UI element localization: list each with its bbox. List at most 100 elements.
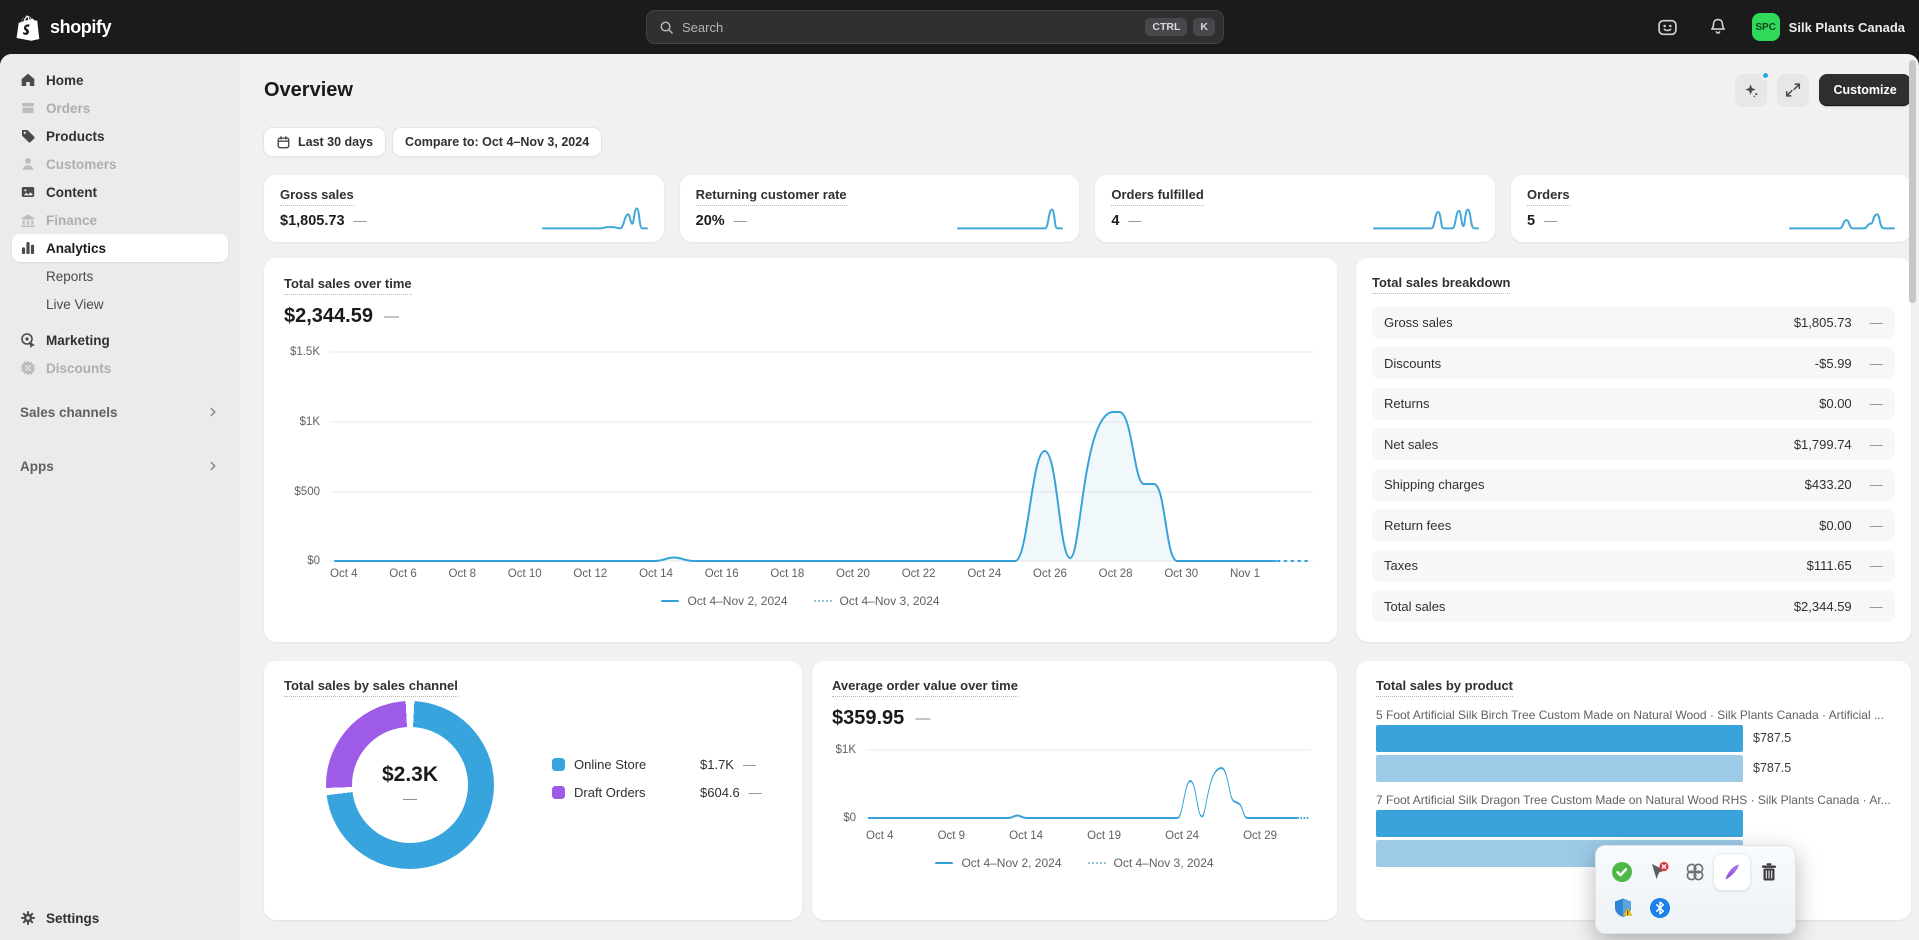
average-order-value-card[interactable]: Average order value over time $359.95— $… bbox=[812, 661, 1337, 920]
total-sales-breakdown-card[interactable]: Total sales breakdown Gross sales $1,805.… bbox=[1356, 258, 1911, 642]
breakdown-row: Gross sales $1,805.73— bbox=[1372, 306, 1895, 339]
sidebar-item-live-view[interactable]: Live View bbox=[12, 290, 228, 318]
total-sales-line-chart: $1.5K $1K $500 $0 bbox=[290, 342, 1313, 567]
products-icon bbox=[20, 128, 36, 144]
sidebar: Home Orders Products Customers Content F… bbox=[0, 54, 240, 940]
discounts-icon bbox=[20, 360, 36, 376]
analytics-icon bbox=[20, 240, 36, 256]
legend-dotted-swatch bbox=[813, 599, 832, 602]
product-name: 5 Foot Artificial Silk Birch Tree Custom… bbox=[1376, 707, 1884, 722]
shopify-logo[interactable]: shopify bbox=[16, 14, 316, 41]
app-shell: Home Orders Products Customers Content F… bbox=[0, 54, 1919, 940]
chevron-right-icon bbox=[210, 407, 216, 417]
insights-button[interactable] bbox=[1735, 71, 1771, 106]
tray-pin-alert-icon[interactable] bbox=[1641, 854, 1678, 890]
breakdown-row: Taxes $111.65— bbox=[1372, 549, 1895, 582]
chevron-right-icon bbox=[210, 461, 216, 471]
system-tray-popup bbox=[1595, 845, 1796, 934]
tray-antivirus-check-icon[interactable] bbox=[1604, 854, 1641, 890]
legend-item-draft-orders: Draft Orders $604.6 — bbox=[552, 785, 762, 800]
breakdown-row: Net sales $1,799.74— bbox=[1372, 428, 1895, 460]
product-name: 7 Foot Artificial Silk Dragon Tree Custo… bbox=[1376, 792, 1891, 807]
topbar: shopify Search CTRL K SPC Silk Plants Ca… bbox=[0, 0, 1919, 54]
sidekick-icon bbox=[1658, 19, 1677, 35]
expand-icon bbox=[1786, 83, 1801, 97]
sidebar-item-home[interactable]: Home bbox=[12, 66, 228, 94]
content-icon bbox=[20, 184, 36, 200]
metric-card-gross-sales[interactable]: Gross sales $1,805.73— bbox=[264, 175, 664, 242]
product-bar bbox=[1376, 809, 1891, 837]
sidebar-item-analytics[interactable]: Analytics bbox=[12, 234, 228, 262]
metric-cards-row: Gross sales $1,805.73— Returning custome… bbox=[264, 175, 1911, 242]
sales-by-channel-card[interactable]: Total sales by sales channel $2.3K — Onl… bbox=[264, 661, 802, 920]
legend-swatch bbox=[552, 757, 565, 771]
home-icon bbox=[20, 72, 36, 88]
marketing-icon bbox=[20, 332, 36, 348]
breakdown-row: Discounts -$5.99— bbox=[1372, 347, 1895, 379]
metric-card-returning-rate[interactable]: Returning customer rate 20% — bbox=[679, 175, 1080, 242]
bar-compare-period bbox=[1376, 754, 1743, 782]
tray-trash-icon[interactable] bbox=[1750, 854, 1787, 890]
search-input[interactable]: Search CTRL K bbox=[646, 10, 1224, 44]
calendar-icon bbox=[276, 135, 291, 150]
sidebar-item-finance[interactable]: Finance bbox=[12, 206, 228, 234]
breakdown-row: Return fees $0.00— bbox=[1372, 509, 1895, 541]
shopify-wordmark: shopify bbox=[50, 16, 112, 37]
sidebar-item-products[interactable]: Products bbox=[12, 122, 228, 150]
product-bar: $787.5 bbox=[1376, 724, 1891, 752]
chart-legend: Oct 4–Nov 2, 2024 Oct 4–Nov 3, 2024 bbox=[832, 856, 1317, 870]
customers-icon bbox=[20, 156, 36, 172]
sidebar-item-orders[interactable]: Orders bbox=[12, 94, 228, 122]
sidebar-section-apps[interactable]: Apps bbox=[12, 452, 228, 480]
notification-dot bbox=[1761, 71, 1771, 80]
sidebar-item-customers[interactable]: Customers bbox=[12, 150, 228, 178]
tray-bluetooth-icon[interactable] bbox=[1641, 890, 1678, 926]
legend-swatch bbox=[552, 785, 565, 799]
tray-shield-warning-icon[interactable] bbox=[1604, 890, 1641, 926]
sidebar-item-content[interactable]: Content bbox=[12, 178, 228, 206]
sidekick-assistant-button[interactable] bbox=[1652, 11, 1684, 43]
customize-button[interactable]: Customize bbox=[1819, 74, 1911, 106]
legend-dotted-swatch bbox=[1087, 861, 1106, 864]
sparkline-chart bbox=[955, 205, 1065, 233]
search-icon bbox=[660, 21, 673, 34]
sidebar-item-marketing[interactable]: Marketing bbox=[12, 326, 228, 354]
metric-card-orders-fulfilled[interactable]: Orders fulfilled 4— bbox=[1095, 175, 1495, 242]
date-range-button[interactable]: Last 30 days bbox=[264, 128, 386, 156]
store-avatar: SPC bbox=[1751, 13, 1780, 41]
bell-icon bbox=[1710, 18, 1725, 34]
metric-card-orders[interactable]: Orders 5— bbox=[1511, 175, 1911, 242]
legend-solid-swatch bbox=[935, 861, 954, 864]
sidebar-item-discounts[interactable]: Discounts bbox=[12, 354, 228, 382]
tray-pen-icon[interactable] bbox=[1713, 854, 1751, 890]
page-title: Overview bbox=[264, 78, 353, 101]
total-sales-over-time-card[interactable]: Total sales over time $2,344.59— $1.5K $… bbox=[264, 258, 1337, 642]
sparkline-chart bbox=[540, 205, 650, 233]
sidebar-item-reports[interactable]: Reports bbox=[12, 262, 228, 290]
bar-current-period bbox=[1376, 724, 1743, 752]
compare-button[interactable]: Compare to: Oct 4–Nov 3, 2024 bbox=[393, 128, 602, 156]
bar-current-period bbox=[1376, 809, 1743, 837]
donut-legend: Online Store $1.7K — Draft Orders $604.6… bbox=[552, 757, 762, 813]
sparkline-chart bbox=[1371, 205, 1481, 233]
legend-solid-swatch bbox=[661, 599, 680, 602]
sidebar-item-settings[interactable]: Settings bbox=[12, 904, 228, 932]
tray-clover-icon[interactable] bbox=[1677, 854, 1714, 890]
aov-line-chart: $1K $0 bbox=[836, 742, 1311, 824]
breakdown-row: Total sales $2,344.59— bbox=[1372, 590, 1895, 622]
scrollbar[interactable] bbox=[1909, 60, 1916, 303]
notifications-button[interactable] bbox=[1702, 11, 1734, 43]
kbd-ctrl: CTRL bbox=[1145, 18, 1188, 36]
donut-chart: $2.3K — bbox=[326, 700, 494, 869]
sidebar-section-sales-channels[interactable]: Sales channels bbox=[12, 398, 228, 426]
gear-icon bbox=[20, 910, 36, 926]
store-name: Silk Plants Canada bbox=[1788, 19, 1905, 35]
fullscreen-button[interactable] bbox=[1777, 74, 1810, 106]
finance-icon bbox=[20, 212, 36, 228]
chart-legend: Oct 4–Nov 2, 2024 Oct 4–Nov 3, 2024 bbox=[284, 594, 1317, 608]
shopify-bag-icon bbox=[16, 15, 40, 41]
store-menu[interactable]: SPC Silk Plants Canada bbox=[1751, 13, 1905, 41]
breakdown-row: Returns $0.00— bbox=[1372, 387, 1895, 420]
breakdown-row: Shipping charges $433.20— bbox=[1372, 468, 1895, 501]
legend-item-online-store: Online Store $1.7K — bbox=[552, 757, 762, 772]
